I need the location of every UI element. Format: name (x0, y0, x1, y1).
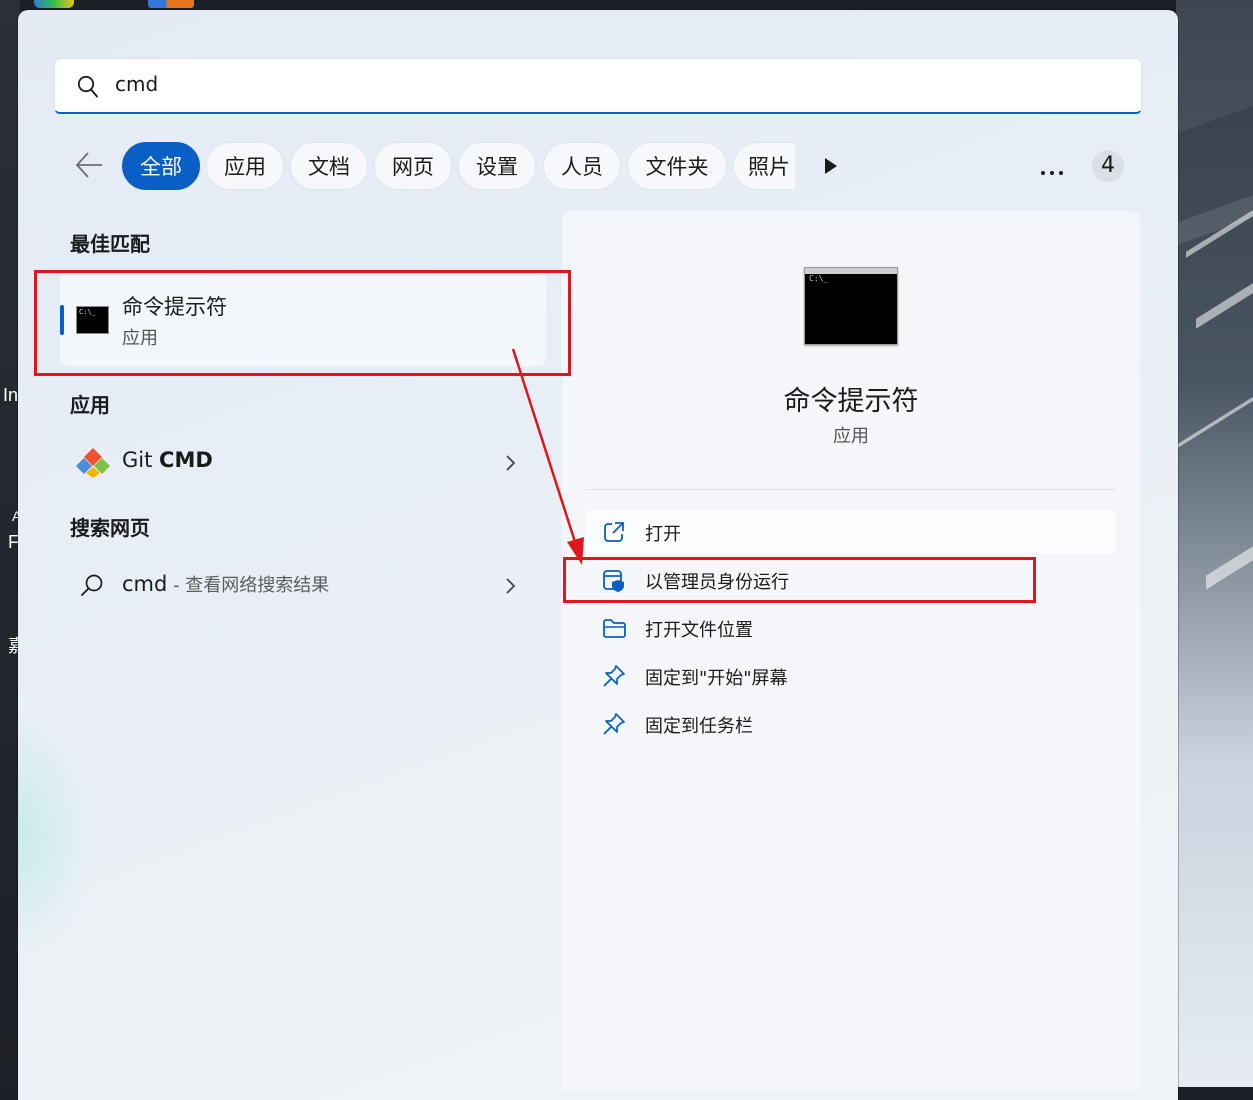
back-arrow-icon[interactable] (74, 150, 104, 184)
detail-app-type: 应用 (833, 426, 869, 447)
desktop-wallpaper (1176, 0, 1253, 1087)
desktop-shortcut-icon[interactable] (34, 0, 74, 8)
best-match-heading: 最佳匹配 (70, 232, 150, 256)
account-badge[interactable]: 4 (1092, 150, 1124, 182)
chevron-right-icon[interactable] (504, 577, 516, 599)
search-icon (77, 75, 99, 103)
action-label: 固定到任务栏 (645, 716, 753, 737)
action-pin-to-taskbar[interactable]: 固定到任务栏 (586, 702, 1116, 746)
filter-chip-all[interactable]: 全部 (122, 142, 200, 190)
cmd-app-large-icon: C:\_ (804, 267, 898, 345)
more-options-icon[interactable] (1040, 162, 1064, 181)
action-open[interactable]: 打开 (586, 510, 1116, 554)
action-open-file-location[interactable]: 打开文件位置 (586, 606, 1116, 650)
search-web-heading: 搜索网页 (70, 516, 150, 540)
filter-chip-photos[interactable]: 照片 (733, 142, 795, 190)
web-search-result[interactable]: cmd - 查看网络搜索结果 (60, 557, 540, 613)
chevron-right-icon[interactable] (504, 454, 516, 476)
search-icon (80, 573, 104, 601)
filter-chip-apps[interactable]: 应用 (206, 142, 284, 190)
desktop-shortcut-icon[interactable] (148, 0, 194, 8)
annotation-highlight-best-match (34, 270, 571, 376)
open-external-icon (602, 520, 626, 548)
pin-icon (602, 664, 626, 692)
filter-chip-folders[interactable]: 文件夹 (627, 142, 727, 190)
filter-chip-documents[interactable]: 文档 (290, 142, 368, 190)
action-pin-to-start[interactable]: 固定到"开始"屏幕 (586, 654, 1116, 698)
divider (586, 489, 1116, 490)
filter-chip-people[interactable]: 人员 (543, 142, 621, 190)
app-result-git-cmd[interactable]: Git CMD (60, 434, 540, 490)
git-icon (76, 446, 110, 482)
filter-chip-web[interactable]: 网页 (374, 142, 452, 190)
scroll-right-icon[interactable] (824, 157, 838, 179)
folder-icon (602, 616, 628, 644)
pin-icon (602, 712, 626, 740)
action-label: 打开文件位置 (645, 620, 753, 641)
web-search-label: cmd - 查看网络搜索结果 (122, 572, 330, 596)
search-input[interactable]: cmd (54, 58, 1142, 114)
detail-pane: C:\_ 命令提示符 应用 打开 以管理员身份运行 打开文件位置 固定到"开始"… (562, 211, 1140, 1091)
apps-heading: 应用 (70, 393, 110, 417)
filter-chip-settings[interactable]: 设置 (458, 142, 536, 190)
detail-app-title: 命令提示符 (783, 386, 919, 417)
desktop-label-fragment: In (3, 385, 19, 405)
app-result-label: Git CMD (122, 448, 213, 472)
action-label: 固定到"开始"屏幕 (645, 668, 788, 689)
annotation-highlight-run-as-admin (563, 557, 1036, 603)
action-label: 打开 (645, 524, 681, 545)
search-query[interactable]: cmd (115, 72, 158, 96)
